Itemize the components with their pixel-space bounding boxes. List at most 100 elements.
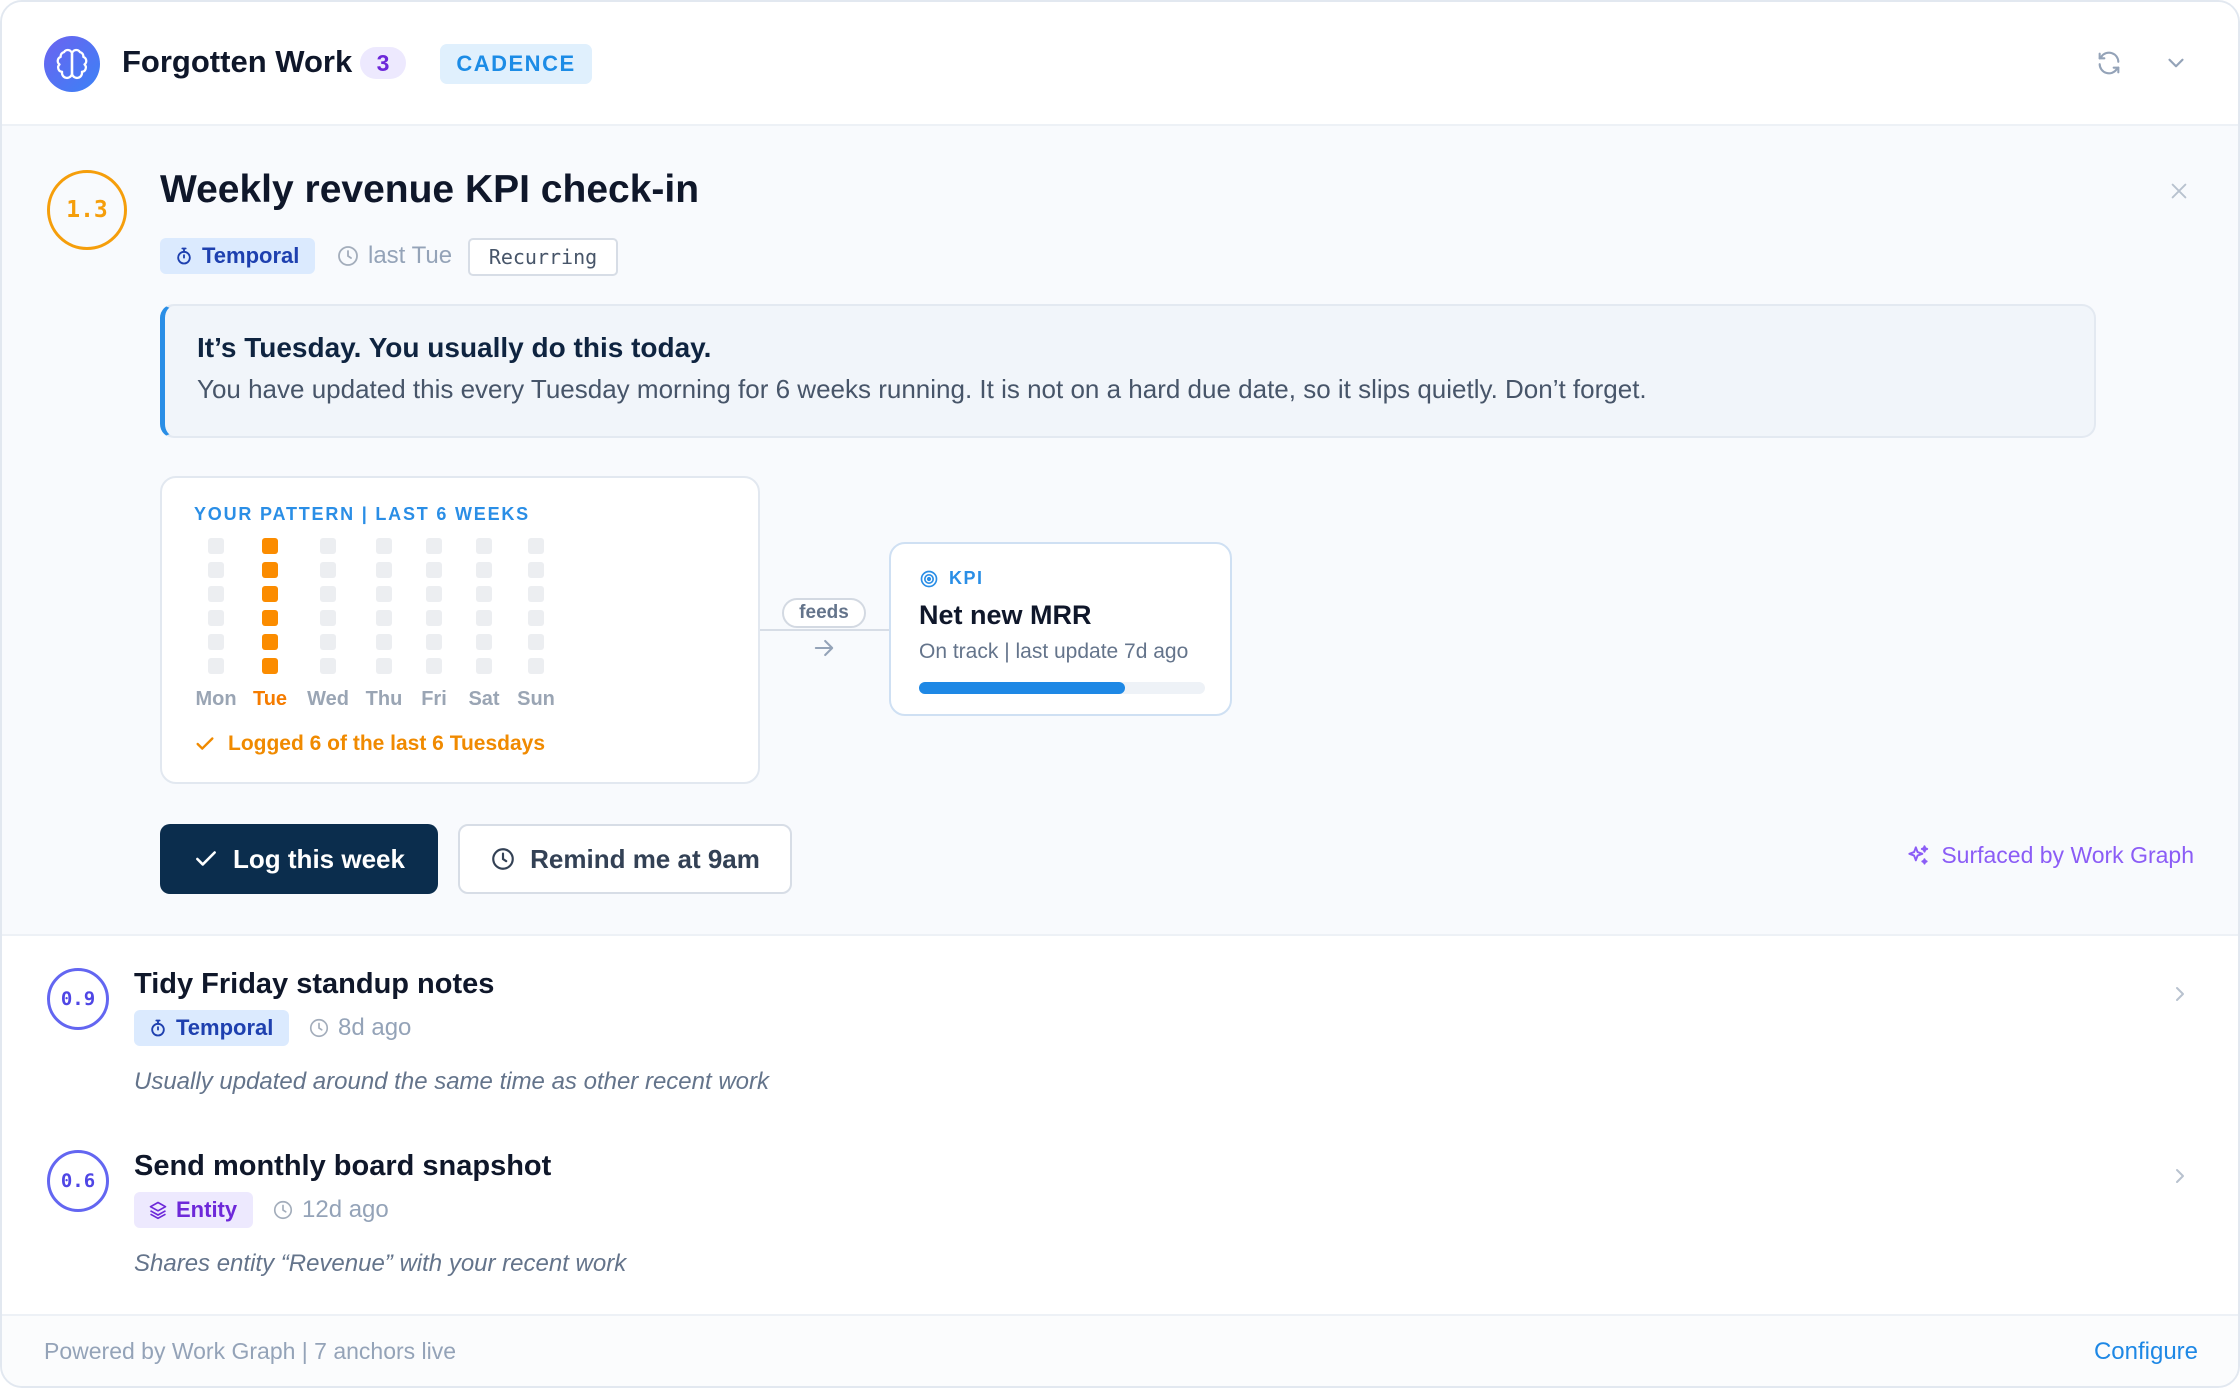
pattern-cell-empty: [528, 634, 544, 650]
list-item-description: Shares entity “Revenue” with your recent…: [134, 1250, 627, 1277]
entity-tag: Entity: [134, 1192, 254, 1228]
chevron-down-icon[interactable]: [2159, 46, 2193, 80]
clock-icon: [492, 848, 514, 870]
kpi-type-label: KPI: [949, 568, 984, 588]
feeds-label: feeds: [782, 598, 866, 628]
list-item[interactable]: 0.6 Send monthly board snapshot Entity 1…: [2, 1118, 2238, 1316]
pattern-cell-empty: [320, 538, 336, 554]
day-label: Sat: [468, 688, 500, 710]
day-label: Thu: [365, 688, 403, 710]
pattern-cell-logged: [262, 610, 278, 626]
day-label: Tue: [252, 688, 288, 710]
day-label: Wed: [307, 688, 349, 710]
pattern-cell-empty: [208, 634, 224, 650]
day-label: Mon: [195, 688, 237, 710]
pattern-cell-empty: [376, 610, 392, 626]
target-icon: [920, 570, 938, 587]
temporal-tag-label: Temporal: [202, 243, 300, 268]
pattern-cell-empty: [320, 610, 336, 626]
pattern-cell-empty: [528, 586, 544, 602]
footer-text: Powered by Work Graph | 7 anchors live: [44, 1338, 457, 1364]
pattern-cell-logged: [262, 586, 278, 602]
score-badge: 0.9: [47, 968, 109, 1030]
score-badge: 0.6: [47, 1150, 109, 1212]
kpi-name: Net new MRR: [919, 600, 1092, 630]
featured-item: 1.3 Weekly revenue KPI check-in Temporal…: [2, 126, 2238, 936]
last-activity: 8d ago: [308, 1014, 411, 1042]
pattern-title: YOUR PATTERN | LAST 6 WEEKS: [194, 504, 530, 524]
pattern-cell-empty: [528, 562, 544, 578]
reminder-callout: It’s Tuesday. You usually do this today.…: [160, 304, 2096, 438]
log-button-label: Log this week: [233, 843, 405, 874]
clock-icon: [309, 1018, 329, 1038]
close-icon[interactable]: [2164, 176, 2194, 206]
pattern-cell-empty: [426, 610, 442, 626]
remind-me-button[interactable]: Remind me at 9am: [458, 824, 792, 894]
pattern-cell-empty: [528, 610, 544, 626]
pattern-cell-empty: [528, 538, 544, 554]
last-activity-text: last Tue: [368, 242, 453, 269]
callout-title: It’s Tuesday. You usually do this today.: [197, 332, 712, 363]
pattern-cell-empty: [208, 562, 224, 578]
remind-button-label: Remind me at 9am: [530, 843, 760, 874]
clock-icon: [273, 1200, 293, 1220]
surfaced-text: Surfaced by Work Graph: [1941, 842, 2194, 868]
kpi-card[interactable]: KPI Net new MRR On track | last update 7…: [889, 542, 1232, 716]
pattern-cell-empty: [208, 610, 224, 626]
chevron-right-icon[interactable]: [2166, 1162, 2194, 1190]
kpi-progress-track: [919, 682, 1205, 694]
callout-body: You have updated this every Tuesday morn…: [197, 374, 1647, 404]
pattern-summary-text: Logged 6 of the last 6 Tuesdays: [228, 732, 546, 755]
temporal-tag: Temporal: [160, 238, 316, 274]
check-icon: [196, 737, 214, 750]
pattern-cell-empty: [476, 610, 492, 626]
last-activity: last Tue: [336, 242, 452, 270]
layers-icon: [149, 1201, 167, 1220]
entity-tag-label: Entity: [176, 1197, 238, 1222]
pattern-cell-empty: [476, 586, 492, 602]
pattern-cell-empty: [376, 538, 392, 554]
list-item-description: Usually updated around the same time as …: [134, 1068, 770, 1095]
list-item[interactable]: 0.9 Tidy Friday standup notes Temporal 8…: [2, 936, 2238, 1120]
chevron-right-icon[interactable]: [2166, 980, 2194, 1008]
featured-item-title: Weekly revenue KPI check-in: [160, 168, 700, 211]
kpi-status: On track | last update 7d ago: [919, 640, 1189, 663]
temporal-tag: Temporal: [134, 1010, 290, 1046]
pattern-cell-empty: [376, 658, 392, 674]
day-label: Sun: [517, 688, 555, 710]
widget-footer: Powered by Work Graph | 7 anchors live C…: [2, 1316, 2238, 1386]
refresh-icon[interactable]: [2092, 46, 2126, 80]
pattern-cell-logged: [262, 562, 278, 578]
recurring-tag: Recurring: [468, 238, 618, 276]
pattern-cell-empty: [376, 634, 392, 650]
stopwatch-icon: [177, 247, 191, 265]
pattern-summary: Logged 6 of the last 6 Tuesdays: [194, 732, 545, 756]
pattern-cell-logged: [262, 634, 278, 650]
forgotten-work-widget: Forgotten Work 3 CADENCE 1.3 Weekly reve…: [0, 0, 2240, 1388]
day-label: Fri: [421, 688, 447, 710]
pattern-card: YOUR PATTERN | LAST 6 WEEKS Mon Tue Wed Thu…: [160, 476, 760, 784]
last-activity-text: 12d ago: [302, 1196, 389, 1223]
brain-icon: [44, 36, 100, 92]
pattern-cell-empty: [476, 562, 492, 578]
pattern-cell-empty: [376, 562, 392, 578]
list-item-title: Send monthly board snapshot: [134, 1150, 552, 1182]
list-item-title: Tidy Friday standup notes: [134, 968, 495, 1000]
score-badge: 1.3: [47, 170, 127, 250]
configure-link[interactable]: Configure: [2094, 1338, 2198, 1366]
pattern-cell-empty: [476, 658, 492, 674]
clock-icon: [338, 246, 358, 266]
pattern-cell-empty: [476, 634, 492, 650]
item-count-badge: 3: [360, 47, 406, 79]
arrow-right-icon: [810, 634, 838, 662]
pattern-cell-empty: [426, 562, 442, 578]
pattern-cell-empty: [426, 586, 442, 602]
pattern-cell-empty: [528, 658, 544, 674]
check-icon: [196, 851, 216, 866]
pattern-cell-empty: [320, 658, 336, 674]
pattern-cell-empty: [476, 538, 492, 554]
kpi-type: KPI: [919, 568, 984, 589]
pattern-cell-empty: [376, 586, 392, 602]
pattern-cell-empty: [426, 634, 442, 650]
log-this-week-button[interactable]: Log this week: [160, 824, 438, 894]
